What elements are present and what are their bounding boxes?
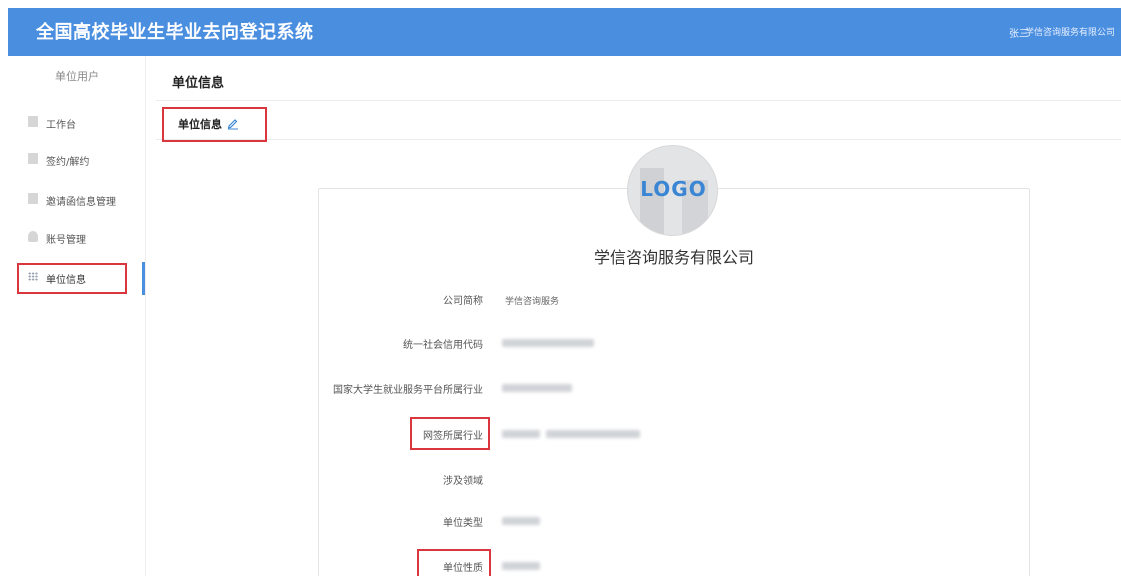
redacted-value <box>546 430 640 438</box>
company-logo: LOGO <box>627 145 718 236</box>
field-label-unit-type: 单位类型 <box>443 518 483 529</box>
highlight-box <box>417 549 491 576</box>
field-label-domain: 涉及领域 <box>443 476 483 487</box>
redacted-value <box>502 430 540 438</box>
contract-icon <box>28 153 38 164</box>
sidebar-item-invitation[interactable]: 邀请函信息管理 <box>20 189 144 211</box>
sidebar-item-label: 账号管理 <box>46 235 86 246</box>
dashboard-icon <box>28 116 38 127</box>
invitation-icon <box>28 193 38 204</box>
highlight-box <box>17 263 127 294</box>
field-label-credit-code: 统一社会信用代码 <box>403 340 483 351</box>
app-title: 全国高校毕业生毕业去向登记系统 <box>36 22 314 43</box>
sidebar-item-label: 邀请函信息管理 <box>46 197 116 208</box>
redacted-value <box>502 562 540 570</box>
sidebar-item-label: 工作台 <box>46 120 76 131</box>
user-icon <box>28 231 38 242</box>
logo-text: LOGO <box>640 177 707 201</box>
field-label-platform-industry: 国家大学生就业服务平台所属行业 <box>333 385 483 396</box>
active-indicator <box>142 262 145 295</box>
sidebar-item-contract[interactable]: 签约/解约 <box>20 149 144 171</box>
org-name-link[interactable]: 学信咨询服务有限公司 <box>1025 25 1115 38</box>
top-header: 全国高校毕业生毕业去向登记系统 张三 学信咨询服务有限公司 <box>8 8 1121 56</box>
company-name: 学信咨询服务有限公司 <box>593 248 754 267</box>
redacted-value <box>502 339 594 347</box>
sidebar-header: 单位用户 <box>55 70 99 83</box>
page-title: 单位信息 <box>172 76 225 91</box>
page: 全国高校毕业生毕业去向登记系统 张三 学信咨询服务有限公司 单位用户 工作台 签… <box>0 0 1121 576</box>
redacted-value <box>502 384 572 392</box>
redacted-value <box>502 517 540 525</box>
tab-bar: 单位信息 <box>156 106 1121 140</box>
sidebar-item-label: 签约/解约 <box>46 157 90 168</box>
sidebar-item-dashboard[interactable]: 工作台 <box>20 112 144 134</box>
field-label-short-name: 公司简称 <box>443 296 483 307</box>
highlight-box <box>410 417 490 450</box>
field-value-short-name: 学信咨询服务 <box>505 297 560 307</box>
sidebar: 单位用户 工作台 签约/解约 邀请函信息管理 账号管理 单位信息 <box>8 56 146 576</box>
divider <box>156 100 1121 101</box>
highlight-box <box>162 107 267 142</box>
sidebar-item-account[interactable]: 账号管理 <box>20 227 144 249</box>
